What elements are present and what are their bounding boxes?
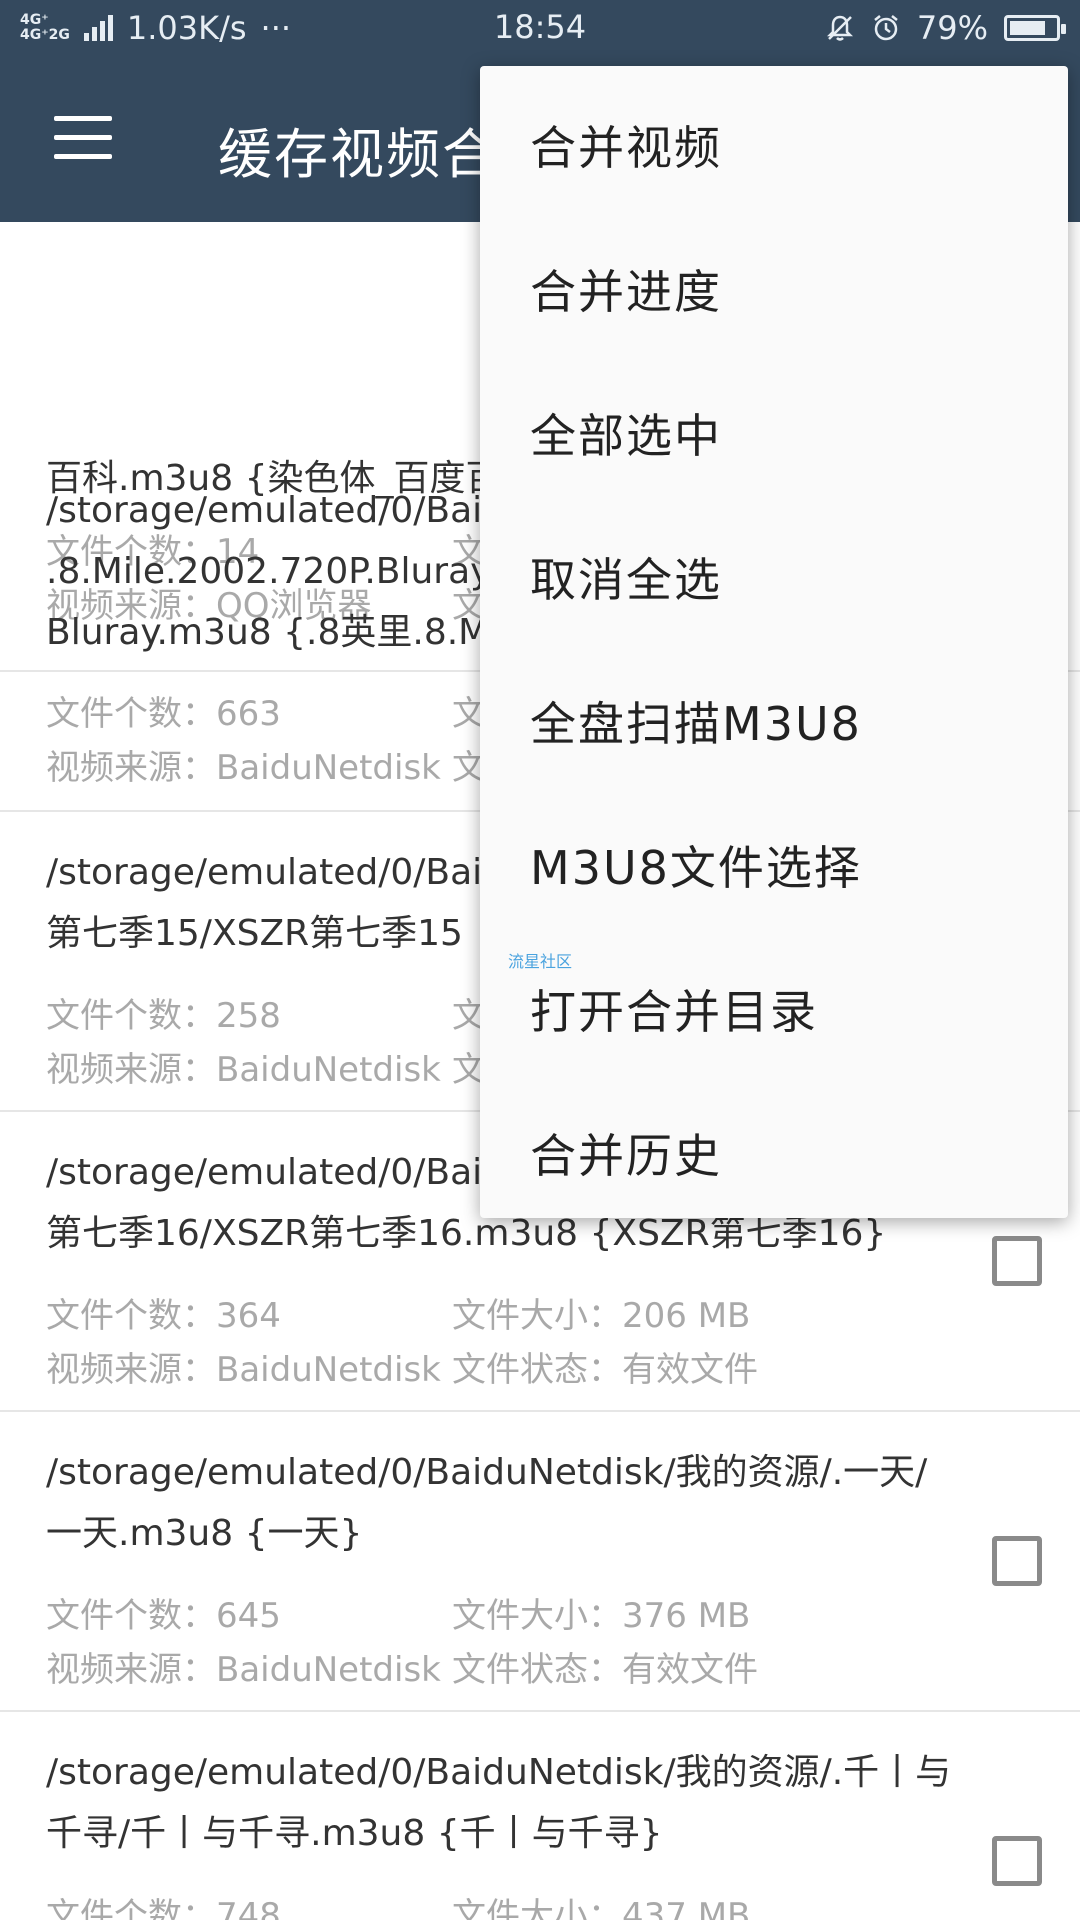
- network-type-icon: 4G⁺ 4G⁺2G: [20, 13, 70, 43]
- item-file-count: 文件个数：258: [46, 996, 281, 1036]
- item-checkbox[interactable]: [992, 1236, 1042, 1286]
- net-label-2: 4G⁺2G: [20, 27, 70, 43]
- hamburger-menu-icon[interactable]: [54, 116, 112, 160]
- signal-icon: [83, 15, 113, 41]
- item-file-count: 文件个数：748: [46, 1896, 281, 1920]
- menu-item-select-all[interactable]: 全部选中: [530, 400, 722, 466]
- menu-item-deselect-all[interactable]: 取消全选: [530, 544, 722, 610]
- item-path: /storage/emulated/0/BaiduNetdisk/我的资源/.一…: [46, 1452, 928, 1493]
- alarm-icon: [874, 15, 898, 41]
- menu-item-open-merge-dir[interactable]: 打开合并目录: [530, 976, 818, 1042]
- item-path: /storage/emulated/0/BaiduNetdisk/我的资源/.千…: [46, 1752, 952, 1793]
- item-source: 视频来源：BaiduNetdisk: [46, 748, 441, 788]
- net-label-1: 4G⁺: [20, 12, 49, 28]
- item-file-count: 文件个数：663: [46, 694, 281, 734]
- overflow-menu: 合并视频 合并进度 全部选中 取消全选 全盘扫描M3U8 M3U8文件选择 流星…: [480, 66, 1068, 1218]
- menu-item-scan-m3u8[interactable]: 全盘扫描M3U8: [530, 688, 862, 754]
- item-path-line-2: 一天.m3u8 {一天}: [46, 1513, 363, 1554]
- watermark: 流星社区: [508, 952, 573, 971]
- menu-item-merge-progress[interactable]: 合并进度: [530, 256, 722, 322]
- list-item[interactable]: /storage/emulated/0/BaiduNetdisk/我的资源/.一…: [0, 1412, 1080, 1712]
- status-bar: 4G⁺ 4G⁺2G 1.03K/s ··· 18:54 79%: [0, 0, 1080, 56]
- item-file-size: 文件大小：437 MB: [452, 1896, 751, 1920]
- bell-muted-icon: [826, 15, 853, 41]
- item-status: 文件状态：有效文件: [452, 1350, 758, 1390]
- item-checkbox[interactable]: [992, 1536, 1042, 1586]
- battery-icon: [1004, 15, 1066, 41]
- more-notifications-icon: ···: [260, 9, 292, 47]
- item-source: 视频来源：BaiduNetdisk: [46, 1350, 441, 1390]
- item-file-size: 文件大小：206 MB: [452, 1296, 751, 1336]
- item-source: 视频来源：BaiduNetdisk: [46, 1650, 441, 1690]
- item-status: 文件状态：有效文件: [452, 1650, 758, 1690]
- battery-percent: 79%: [916, 9, 988, 47]
- item-file-count: 文件个数：364: [46, 1296, 281, 1336]
- item-source: 视频来源：BaiduNetdisk: [46, 1050, 441, 1090]
- item-file-size: 文件大小：376 MB: [452, 1596, 751, 1636]
- item-file-count: 文件个数：645: [46, 1596, 281, 1636]
- battery-fill: [1010, 21, 1045, 35]
- network-speed: 1.03K/s: [126, 9, 247, 47]
- list-item[interactable]: /storage/emulated/0/BaiduNetdisk/我的资源/.千…: [0, 1712, 1080, 1920]
- menu-item-merge-history[interactable]: 合并历史: [530, 1120, 722, 1186]
- item-path-line-2: 千寻/千丨与千寻.m3u8 {千丨与千寻}: [46, 1813, 663, 1854]
- menu-item-merge-video[interactable]: 合并视频: [530, 112, 722, 178]
- item-checkbox[interactable]: [992, 1836, 1042, 1886]
- status-right: 79%: [825, 9, 1066, 47]
- status-left: 4G⁺ 4G⁺2G 1.03K/s ···: [20, 9, 291, 47]
- menu-item-select-m3u8[interactable]: M3U8文件选择: [530, 832, 862, 898]
